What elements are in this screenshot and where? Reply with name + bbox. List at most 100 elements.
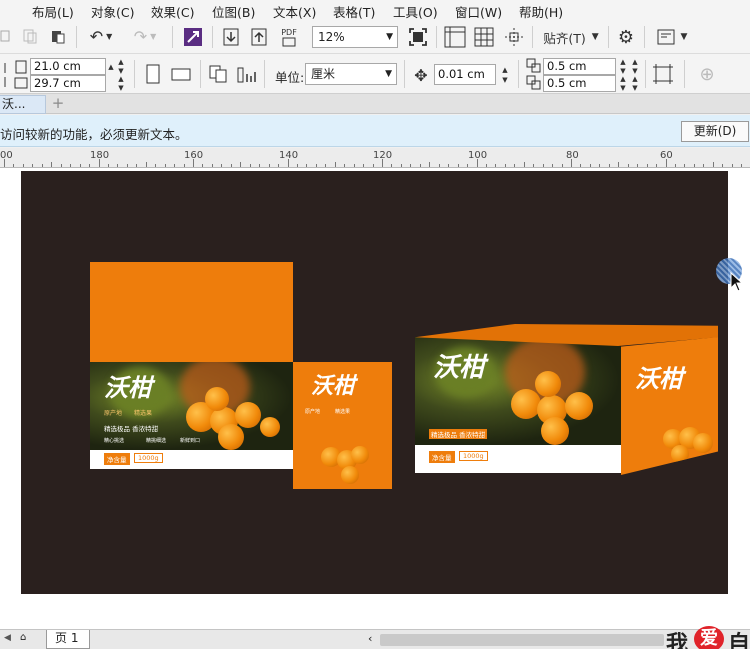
drawing-canvas[interactable]: 沃柑 原产地 精选果 精选极品 香浓特甜 精心挑选 精挑细选 新鲜到口 净含量 … xyxy=(0,168,750,629)
mockup-front-face[interactable]: 沃柑 精选极品 香浓特甜 xyxy=(415,337,621,445)
ruler-tick xyxy=(665,159,667,167)
width-icon xyxy=(14,60,28,74)
select-label: 精选果 xyxy=(134,410,153,417)
landscape-icon[interactable] xyxy=(170,63,192,85)
mockup-side-face[interactable]: 沃柑 xyxy=(621,337,718,475)
height-stepper[interactable]: ▲ ▼ xyxy=(116,75,126,92)
units-combo[interactable]: 厘米 ▼ xyxy=(305,63,397,85)
ruler-tick xyxy=(22,164,24,167)
ruler-label: 100 xyxy=(468,150,488,161)
menu-tools[interactable]: 工具(O) xyxy=(393,2,438,21)
page-width-field[interactable]: 21.0 cm xyxy=(30,58,106,75)
ruler-tick xyxy=(580,164,582,167)
box-bottom-strip[interactable]: 净含量 1000g xyxy=(90,450,293,469)
chevron-down-icon[interactable]: ▼ xyxy=(385,64,392,84)
copy-icon[interactable] xyxy=(0,28,12,44)
add-page-icon[interactable]: ⊕ xyxy=(696,63,718,85)
nudge-stepper[interactable]: ▲ ▼ xyxy=(500,65,510,85)
redo-icon[interactable]: ↷ ▼ xyxy=(130,27,160,46)
nudge-field[interactable]: 0.01 cm xyxy=(434,64,496,85)
menu-table[interactable]: 表格(T) xyxy=(333,2,375,21)
duplicate-y-field[interactable]: 0.5 cm xyxy=(543,75,616,92)
all-pages-icon[interactable] xyxy=(207,63,229,85)
show-guidelines-icon[interactable] xyxy=(503,26,525,48)
zoom-combo[interactable]: 12% ▼ xyxy=(312,26,398,48)
first-page-icon[interactable]: ◀ xyxy=(4,633,11,643)
scroll-left-icon[interactable]: ‹ xyxy=(368,632,372,645)
gear-icon[interactable]: ⚙ xyxy=(616,27,636,48)
menu-help[interactable]: 帮助(H) xyxy=(519,2,563,21)
export-icon[interactable] xyxy=(250,27,268,47)
ruler-tick xyxy=(495,164,497,167)
horizontal-scrollbar[interactable] xyxy=(380,634,664,646)
document-tab-bar: 沃... + xyxy=(0,94,750,114)
menu-text[interactable]: 文本(X) xyxy=(273,2,316,21)
show-rulers-icon[interactable] xyxy=(444,26,466,48)
ruler-tick xyxy=(382,159,383,167)
mockup-net-value: 1000g xyxy=(459,451,488,461)
import-icon[interactable] xyxy=(222,27,240,47)
import-corel-icon[interactable] xyxy=(183,27,203,47)
current-page-icon[interactable] xyxy=(235,63,257,85)
update-button[interactable]: 更新(D) xyxy=(681,121,749,142)
paste-icon[interactable] xyxy=(50,28,66,44)
width-stepper-up[interactable]: ▲ ▼ xyxy=(116,58,126,75)
ruler-label: 180 xyxy=(90,150,110,161)
ruler-tick xyxy=(419,164,421,167)
ruler-tick xyxy=(268,164,270,167)
width-stepper[interactable]: ▲ xyxy=(106,58,116,75)
ruler-tick xyxy=(731,164,733,167)
tab-document[interactable]: 沃... xyxy=(0,95,46,114)
snap-to-button[interactable]: 贴齐(T) ▼ xyxy=(540,28,602,46)
menu-effects[interactable]: 效果(C) xyxy=(151,2,194,21)
page-height-field[interactable]: 29.7 cm xyxy=(30,75,106,92)
menu-bitmap[interactable]: 位图(B) xyxy=(212,2,255,21)
chevron-down-icon[interactable]: ▼ xyxy=(386,27,393,47)
ruler-tick xyxy=(70,164,72,167)
tag-2: 精挑细选 xyxy=(146,438,167,444)
dup-y-stepper2[interactable]: ▲ ▼ xyxy=(630,75,640,92)
horizontal-ruler[interactable]: 00 180 160 140 120 100 80 60 xyxy=(0,148,750,168)
units-value: 厘米 xyxy=(311,67,336,81)
show-grid-icon[interactable] xyxy=(473,26,495,48)
ruler-tick xyxy=(221,164,223,167)
ruler-tick xyxy=(693,164,695,167)
side-product-title: 沃柑 xyxy=(311,373,356,399)
page-nav-icon[interactable]: ⌂ xyxy=(20,632,26,643)
dup-x-stepper2[interactable]: ▲ ▼ xyxy=(630,58,640,75)
portrait-icon[interactable] xyxy=(142,63,164,85)
add-tab-button[interactable]: + xyxy=(48,95,68,114)
bleed-icon[interactable] xyxy=(652,63,674,85)
origin-label: 原产地 xyxy=(104,410,123,417)
launch-app-icon[interactable]: ▼ xyxy=(654,27,690,47)
dup-y-stepper[interactable]: ▲ ▼ xyxy=(618,75,628,92)
ruler-tick xyxy=(60,164,62,167)
banner-text: 精选极品 香浓特甜 xyxy=(104,425,159,433)
undo-icon[interactable]: ↶ ▼ xyxy=(86,27,116,46)
ruler-tick xyxy=(287,159,289,167)
ruler-tick xyxy=(608,164,610,167)
menu-layout[interactable]: 布局(L) xyxy=(32,2,74,21)
full-screen-icon[interactable] xyxy=(408,27,428,47)
ruler-tick xyxy=(674,164,676,167)
menu-window[interactable]: 窗口(W) xyxy=(455,2,502,21)
ruler-tick xyxy=(41,164,43,167)
paste-disabled-icon[interactable] xyxy=(22,28,38,44)
box-front-panel[interactable]: 沃柑 原产地 精选果 精选极品 香浓特甜 精心挑选 精挑细选 新鲜到口 xyxy=(90,362,293,450)
menu-object[interactable]: 对象(C) xyxy=(91,2,134,21)
side-select-label: 精选果 xyxy=(335,409,351,415)
ruler-tick xyxy=(627,164,629,167)
mockup-bottom-strip[interactable]: 净含量 1000g xyxy=(415,445,621,473)
ruler-tick xyxy=(164,164,166,167)
page-tab-1[interactable]: 页 1 xyxy=(46,630,90,649)
ruler-tick xyxy=(174,164,176,167)
box-side-panel[interactable]: 沃柑 原产地 精选果 xyxy=(293,362,392,489)
duplicate-x-field[interactable]: 0.5 cm xyxy=(543,58,616,75)
ruler-tick xyxy=(438,164,440,167)
box-top-flap[interactable] xyxy=(90,262,293,362)
side-origin-label: 原产地 xyxy=(305,409,321,415)
dup-x-stepper[interactable]: ▲ ▼ xyxy=(618,58,628,75)
publish-pdf-icon[interactable]: PDF xyxy=(278,26,300,48)
ruler-tick xyxy=(193,159,194,167)
page-background[interactable]: 沃柑 原产地 精选果 精选极品 香浓特甜 精心挑选 精挑细选 新鲜到口 净含量 … xyxy=(21,171,728,594)
